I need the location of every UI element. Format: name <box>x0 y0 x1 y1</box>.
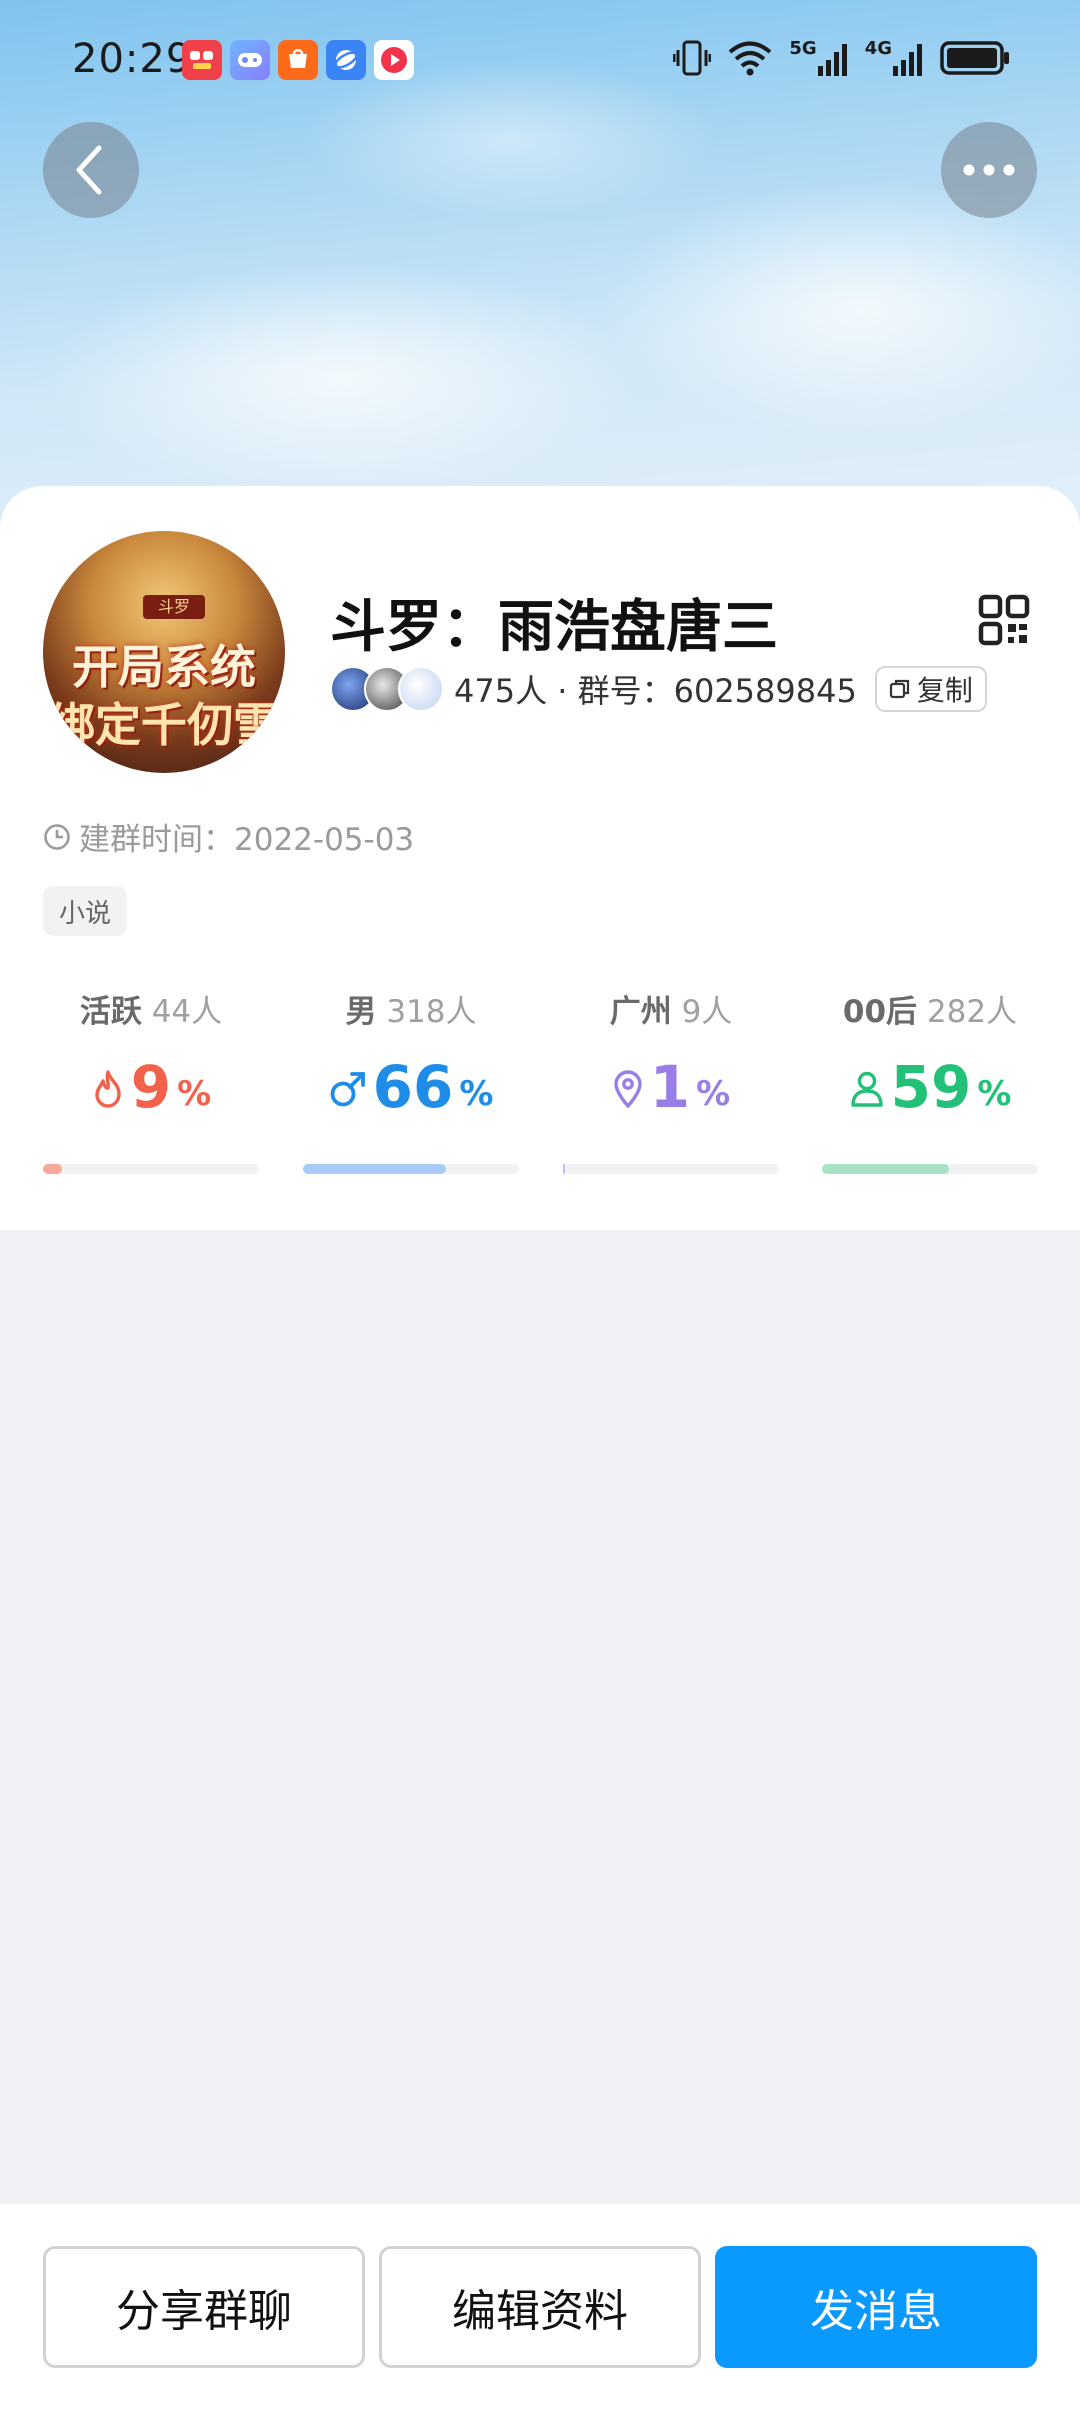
status-time: 20:29 <box>72 36 193 82</box>
stat-label: 男 318人 <box>345 994 477 1030</box>
stat-progress-bar <box>822 1164 1038 1174</box>
created-date-row: 建群时间：2022-05-03 <box>43 814 414 859</box>
status-bar: 20:29 5G 4G <box>0 0 1080 126</box>
signal-4g-icon: 4G <box>865 38 924 78</box>
stat-value: 59% <box>822 1055 1038 1119</box>
send-message-button[interactable]: 发消息 <box>715 2246 1037 2368</box>
more-dots-icon <box>963 164 1015 176</box>
vibrate-icon <box>673 40 712 76</box>
member-info-row: 475人 · 群号：602589845 复制 <box>330 664 987 714</box>
share-group-button[interactable]: 分享群聊 <box>43 2246 365 2368</box>
browser-notification-icon <box>326 40 366 80</box>
game-notification-icon <box>230 40 270 80</box>
copy-label: 复制 <box>916 674 973 707</box>
stat-location[interactable]: 广州 9人 1% <box>563 986 779 1119</box>
member-count-and-group-id: 475人 · 群号：602589845 <box>454 672 857 710</box>
stat-label: 活跃 44人 <box>79 994 223 1030</box>
stat-value: 66% <box>303 1055 519 1119</box>
member-avatars[interactable] <box>330 666 444 712</box>
male-icon <box>330 1072 365 1107</box>
copy-icon <box>889 679 909 699</box>
stat-value: 9% <box>43 1055 259 1119</box>
stat-progress-bar <box>43 1164 259 1174</box>
person-icon <box>850 1071 883 1107</box>
stat-progress-fill <box>303 1164 446 1174</box>
stat-progress-bar <box>563 1164 779 1174</box>
stat-age[interactable]: 00后 282人 59% <box>822 986 1038 1119</box>
system-status-icons: 5G 4G <box>673 38 1010 78</box>
group-info-card: 斗罗 开局系统 绑定千仞雪 斗罗：雨浩盘唐三 475人 · 群号：6025898… <box>0 486 1080 1230</box>
stat-progress-fill <box>822 1164 950 1174</box>
wifi-icon <box>729 41 772 76</box>
copy-group-id-button[interactable]: 复制 <box>874 666 987 712</box>
stat-progress-fill <box>43 1164 63 1174</box>
group-name: 斗罗：雨浩盘唐三 <box>330 595 778 660</box>
stat-label: 00后 282人 <box>842 994 1018 1030</box>
notification-icons <box>182 40 414 80</box>
more-button[interactable] <box>941 122 1037 218</box>
avatar-banner-text: 斗罗 <box>143 595 205 619</box>
created-date-text: 建群时间：2022-05-03 <box>79 822 415 858</box>
stat-progress-bar <box>303 1164 519 1174</box>
group-avatar[interactable]: 斗罗 开局系统 绑定千仞雪 <box>43 531 285 773</box>
member-avatar <box>398 666 444 712</box>
location-pin-icon <box>614 1070 642 1109</box>
stat-label: 广州 9人 <box>609 994 733 1030</box>
stat-progress-fill <box>563 1164 566 1174</box>
group-stats: 活跃 44人 9% 男 318人 66% 广州 9人 1% 00后 282人 5… <box>0 986 1080 1186</box>
edit-profile-button[interactable]: 编辑资料 <box>379 2246 701 2368</box>
clock-icon <box>44 823 70 850</box>
bottom-action-bar: 分享群聊 编辑资料 发消息 <box>0 2204 1080 2412</box>
stat-gender[interactable]: 男 318人 66% <box>303 986 519 1119</box>
fire-icon <box>95 1070 121 1108</box>
group-tag[interactable]: 小说 <box>43 886 128 936</box>
battery-icon <box>940 41 1009 75</box>
qr-code-button[interactable] <box>978 594 1030 650</box>
signal-5g-icon: 5G <box>789 38 848 78</box>
shop-notification-icon <box>278 40 318 80</box>
stat-value: 1% <box>563 1055 779 1119</box>
avatar-title-line1: 开局系统 <box>72 640 256 694</box>
video-notification-icon <box>374 40 414 80</box>
stat-active[interactable]: 活跃 44人 9% <box>43 986 259 1119</box>
qr-code-icon <box>978 594 1030 646</box>
avatar-title-line2: 绑定千仞雪 <box>49 698 279 752</box>
back-button[interactable] <box>43 122 139 218</box>
app-notification-icon <box>182 40 222 80</box>
chevron-left-icon <box>76 145 102 195</box>
